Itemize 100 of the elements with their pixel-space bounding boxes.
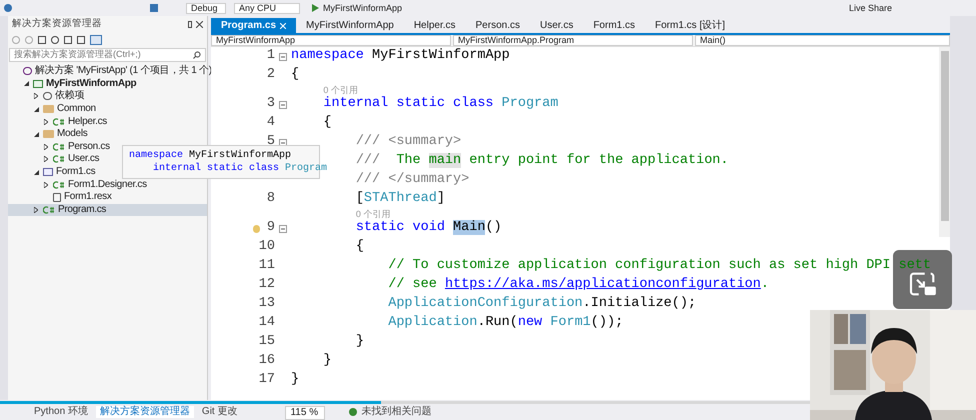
code-token: Form1: [550, 315, 591, 330]
editor-tab[interactable]: Form1.cs [设计]: [645, 18, 736, 33]
config-dropdown[interactable]: Debug: [186, 2, 226, 14]
code-token: ApplicationConfiguration: [388, 296, 583, 312]
code-token: {: [356, 239, 364, 254]
navigation-dropdown[interactable]: MyFirstWinformApp.Program: [453, 35, 693, 46]
code-token: MyFirstWinformApp: [189, 150, 292, 161]
tree-item-label: 依赖项: [55, 91, 84, 102]
code-token: /// <summary>: [356, 134, 462, 150]
code-link[interactable]: https://aka.ms/applicationconfiguration: [444, 277, 761, 292]
navigation-dropdown[interactable]: Main(): [695, 35, 950, 46]
collapse-arrow-icon[interactable]: [24, 81, 28, 86]
expand-arrow-icon[interactable]: [34, 93, 38, 100]
code-token: main: [428, 153, 462, 168]
code-token: }: [291, 372, 300, 388]
code-token: {: [323, 115, 332, 130]
code-token: STAThread: [364, 191, 437, 206]
editor-tab[interactable]: MyFirstWinformApp: [296, 18, 404, 33]
editor-tab[interactable]: Helper.cs: [404, 18, 466, 33]
fold-icon[interactable]: [279, 224, 287, 232]
tree-item-label: Form1.resx: [64, 192, 112, 202]
line-number: 14: [258, 314, 275, 332]
fold-icon[interactable]: [279, 52, 287, 60]
panel-tab[interactable]: 解决方案资源管理器: [96, 406, 194, 418]
search-field[interactable]: 搜索解决方案资源管理器(Ctrl+;): [9, 48, 206, 62]
code-token: entry point for the application.: [469, 153, 728, 168]
picture-in-picture-icon: [908, 272, 936, 296]
tree-item[interactable]: Form1.resx: [8, 190, 207, 204]
code-token: [: [356, 191, 364, 206]
tree-item[interactable]: Form1.Designer.cs: [8, 178, 207, 191]
tree-item-label: Helper.cs: [68, 116, 107, 127]
video-progress-track[interactable]: [0, 401, 810, 404]
project-icon: [33, 80, 43, 88]
csharp-file-icon: [53, 155, 65, 164]
line-number: 17: [258, 371, 275, 390]
platform-dropdown[interactable]: Any CPU: [234, 2, 300, 14]
line-number: 15: [258, 333, 275, 352]
code-token: Program: [285, 163, 328, 174]
code-token: static void: [356, 220, 446, 236]
code-token: .: [760, 277, 769, 292]
tree-item-label: MyFirstWinformApp: [46, 78, 136, 89]
expand-arrow-icon[interactable]: [44, 118, 48, 125]
live-share-button[interactable]: Live Share: [848, 4, 892, 12]
panel-title: 解决方案资源管理器: [12, 16, 102, 31]
code-token: Application: [388, 315, 478, 330]
expand-arrow-icon[interactable]: [44, 182, 48, 188]
picture-in-picture-button[interactable]: [893, 250, 952, 309]
collapse-arrow-icon[interactable]: [34, 106, 38, 112]
code-token: Program: [502, 96, 558, 112]
tree-item-label: Common: [57, 104, 96, 114]
editor-tab[interactable]: Program.cs: [211, 18, 296, 33]
check-icon: [349, 408, 358, 416]
start-button[interactable]: MyFirstWinformApp: [308, 4, 406, 12]
csharp-file-icon: [53, 142, 65, 151]
code-token: MyFirstWinformApp: [372, 48, 510, 64]
navigation-dropdown[interactable]: MyFirstWinformApp: [211, 35, 451, 46]
code-token: The: [396, 153, 422, 168]
tree-item-label: User.cs: [68, 154, 100, 164]
vertical-scrollbar[interactable]: [939, 47, 950, 237]
line-number: 16: [258, 352, 275, 370]
tree-item-label: Person.cs: [68, 142, 110, 152]
expand-arrow-icon[interactable]: [34, 206, 38, 213]
code-token: Main: [453, 220, 486, 236]
code-token: .Initialize();: [582, 296, 696, 312]
code-token: namespace: [129, 150, 184, 161]
line-number: 10: [258, 238, 275, 256]
code-token: internal static class: [323, 96, 495, 112]
code-token: }: [323, 353, 332, 368]
editor-tab[interactable]: Person.cs: [466, 18, 530, 33]
close-icon[interactable]: [196, 20, 203, 28]
tree-item[interactable]: Models: [8, 128, 207, 141]
zoom-dropdown[interactable]: 115 %: [285, 406, 326, 420]
tree-item-label: Form1.cs: [56, 167, 96, 178]
scroll-thumb[interactable]: [940, 51, 948, 221]
tree-item[interactable]: 依赖项: [8, 90, 207, 103]
line-number: 12: [258, 276, 275, 294]
fold-icon[interactable]: [279, 138, 287, 146]
line-number: 5: [266, 133, 275, 150]
tree-item[interactable]: Program.cs: [8, 204, 207, 216]
pin-icon[interactable]: [188, 20, 192, 28]
panel-tab[interactable]: Python 环境: [30, 406, 92, 418]
collapse-arrow-icon[interactable]: [34, 132, 38, 137]
line-number: 13: [258, 295, 275, 314]
csharp-file-icon: [53, 180, 65, 189]
fold-icon[interactable]: [279, 100, 287, 108]
line-number: 2: [266, 66, 275, 84]
tree-item[interactable]: Helper.cs: [8, 115, 207, 128]
editor-tab[interactable]: Form1.cs: [583, 18, 645, 33]
code-token: ());: [590, 315, 624, 330]
folder-icon: [43, 130, 54, 138]
csharp-file-icon: [53, 118, 65, 126]
editor-tab[interactable]: User.cs: [530, 18, 584, 33]
code-token: internal static class: [153, 163, 280, 174]
issues-status: 未找到相关问题: [361, 406, 432, 418]
line-number: 9: [266, 219, 275, 238]
collapse-arrow-icon[interactable]: [34, 170, 38, 175]
panel-tab[interactable]: Git 更改: [198, 406, 242, 418]
tree-item[interactable]: Common: [8, 102, 207, 116]
code-token: {: [291, 67, 300, 82]
tree-item[interactable]: MyFirstWinformApp: [8, 78, 207, 90]
